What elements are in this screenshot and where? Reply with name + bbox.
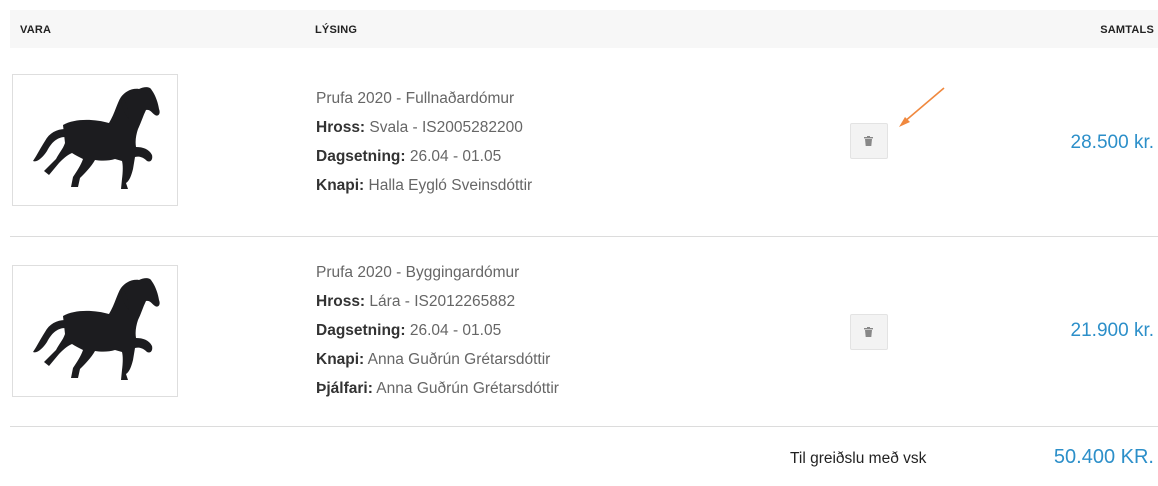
annotation-arrow-icon bbox=[899, 87, 945, 127]
delete-item-button[interactable] bbox=[850, 314, 888, 350]
header-total: SAMTALS bbox=[1100, 24, 1154, 36]
total-label: Til greiðslu með vsk bbox=[790, 450, 927, 467]
item-title: Prufa 2020 - Byggingardómur bbox=[316, 264, 520, 281]
item-line: Þjálfari: Anna Guðrún Grétarsdóttir bbox=[316, 380, 559, 397]
delete-item-button[interactable] bbox=[850, 123, 888, 159]
product-image bbox=[12, 74, 178, 206]
item-line: Dagsetning: 26.04 - 01.05 bbox=[316, 322, 502, 339]
trash-icon bbox=[864, 327, 873, 337]
header-description: LÝSING bbox=[315, 24, 358, 36]
product-image bbox=[12, 265, 178, 397]
item-description: Prufa 2020 - Fullnaðardómur Hross: Svala… bbox=[316, 84, 532, 200]
header-item: VARA bbox=[20, 24, 52, 36]
item-description: Prufa 2020 - Byggingardómur Hross: Lára … bbox=[316, 258, 559, 403]
trash-icon bbox=[864, 136, 873, 146]
cart-row: Prufa 2020 - Fullnaðardómur Hross: Svala… bbox=[10, 58, 1158, 237]
horse-silhouette-icon bbox=[33, 278, 160, 380]
item-line: Hross: Svala - IS2005282200 bbox=[316, 119, 523, 136]
item-line: Knapi: Anna Guðrún Grétarsdóttir bbox=[316, 351, 551, 368]
item-price: 21.900 kr. bbox=[1070, 320, 1154, 341]
item-price: 28.500 kr. bbox=[1070, 132, 1154, 153]
item-line: Knapi: Halla Eygló Sveinsdóttir bbox=[316, 177, 533, 194]
item-title: Prufa 2020 - Fullnaðardómur bbox=[316, 90, 515, 107]
item-line: Hross: Lára - IS2012265882 bbox=[316, 293, 516, 310]
cart-row: Prufa 2020 - Byggingardómur Hross: Lára … bbox=[10, 236, 1158, 427]
horse-silhouette-icon bbox=[33, 87, 160, 189]
total-amount: 50.400 KR. bbox=[1053, 446, 1154, 468]
item-line: Dagsetning: 26.04 - 01.05 bbox=[316, 148, 502, 165]
table-header: VARA LÝSING SAMTALS bbox=[10, 10, 1158, 48]
